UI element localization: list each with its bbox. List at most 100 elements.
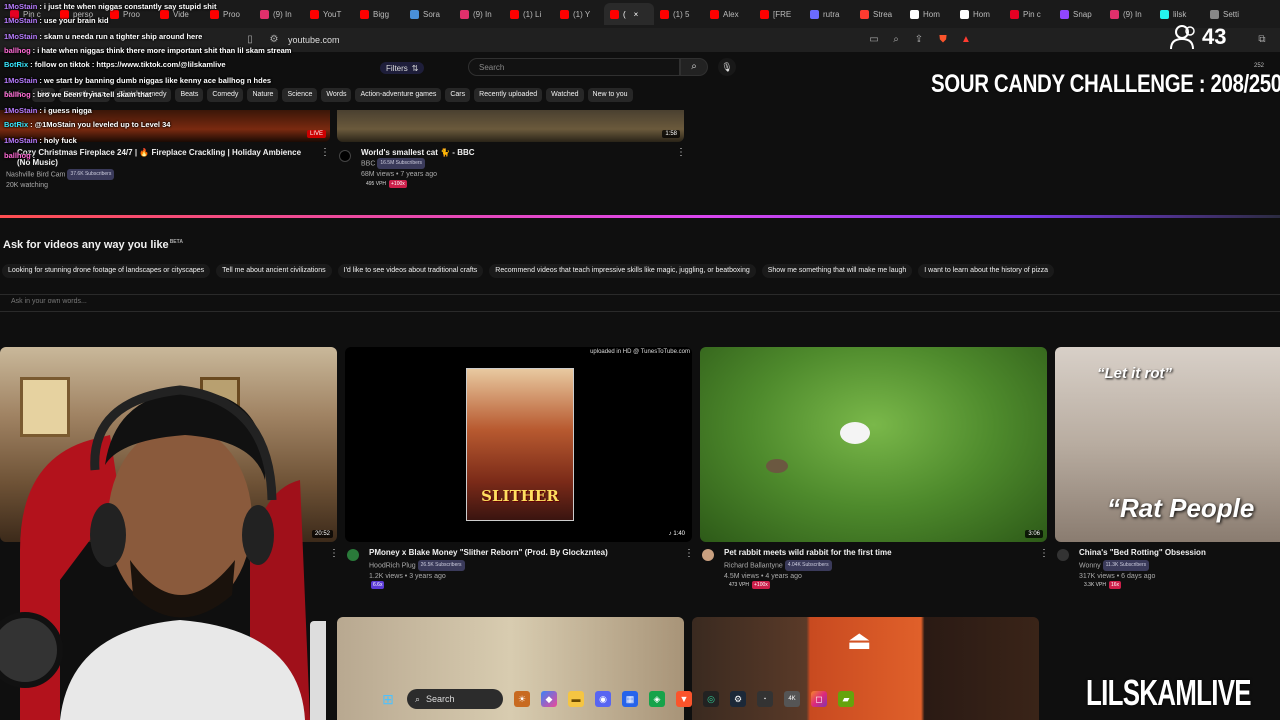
browser-tab[interactable]: lilsk (1154, 3, 1204, 25)
site-settings-icon[interactable]: ⚙ (268, 34, 280, 46)
browser-tab[interactable]: rutra (804, 3, 854, 25)
steam-icon[interactable]: ⚙ (730, 691, 746, 707)
channel-label[interactable]: HoodRich Plug (369, 562, 416, 569)
browser-tab[interactable]: Strea (854, 3, 904, 25)
more-options-icon[interactable]: ⋮ (1039, 548, 1049, 559)
url-text[interactable]: youtube.com (288, 35, 340, 45)
ask-suggestion-chip[interactable]: Show me something that will make me laug… (761, 264, 913, 278)
video-title[interactable]: PMoney x Blake Money "Slither Reborn" (P… (369, 548, 608, 558)
chat-username[interactable]: ballhog (4, 151, 31, 160)
ask-suggestion-chip[interactable]: I'd like to see videos about traditional… (337, 264, 484, 278)
browser-tab[interactable]: Bigg (354, 3, 404, 25)
video-thumbnail-bed-rotting[interactable]: “Let it rot” “Rat People (1055, 347, 1280, 542)
chat-username[interactable]: 1MoStain (4, 136, 37, 145)
video-thumbnail-cat[interactable]: 1:58 (337, 110, 684, 142)
chat-username[interactable]: ballhog (4, 90, 31, 99)
channel-name[interactable]: Richard Ballantyne 4.04K Subscribers (724, 560, 832, 571)
photos-icon[interactable]: ◈ (649, 691, 665, 707)
channel-name[interactable]: HoodRich Plug 26.5K Subscribers (369, 560, 465, 571)
search-button[interactable]: ⌕ (680, 58, 708, 76)
channel-name[interactable]: BBC 16.5M Subscribers (361, 158, 426, 169)
extensions-icon[interactable]: ⧉ (1256, 34, 1268, 46)
browser-tab[interactable]: Sora (404, 3, 454, 25)
chat-username[interactable]: 1MoStain (4, 16, 37, 25)
widgets-icon[interactable]: ☀ (514, 691, 530, 707)
chip-recently-uploaded[interactable]: Recently uploaded (474, 88, 543, 102)
more-options-icon[interactable]: ⋮ (329, 548, 339, 559)
browser-tab[interactable]: Pin c (1004, 3, 1054, 25)
chat-username[interactable]: BotRix (4, 120, 28, 129)
channel-label[interactable]: Nashville Bird Cam (6, 171, 66, 178)
video-thumbnail-rabbit[interactable]: 3:06 (700, 347, 1047, 542)
channel-name[interactable]: Nashville Bird Cam 37.6K Subscribers (6, 169, 115, 180)
browser-tab[interactable]: Setti (1204, 3, 1254, 25)
chip-nature[interactable]: Nature (247, 88, 279, 102)
browser-tab[interactable]: Alex (704, 3, 754, 25)
video-title[interactable]: China's "Bed Rotting" Obsession (1079, 548, 1206, 558)
chip-watched[interactable]: Watched (546, 88, 584, 102)
instagram-icon[interactable]: ◻ (811, 691, 827, 707)
ask-suggestion-chip[interactable]: Tell me about ancient civilizations (216, 264, 332, 278)
discord-icon[interactable]: ◉ (595, 691, 611, 707)
chip-comedy[interactable]: Comedy (207, 88, 244, 102)
copilot-icon[interactable]: ◆ (541, 691, 557, 707)
channel-label[interactable]: Richard Ballantyne (724, 562, 783, 569)
close-tab-icon[interactable]: × (634, 10, 639, 19)
channel-name[interactable]: Wonny 11.3K Subscribers (1079, 560, 1150, 571)
more-options-icon[interactable]: ⋮ (320, 147, 330, 158)
channel-avatar[interactable] (1057, 549, 1069, 561)
chat-username[interactable]: ballhog (4, 46, 31, 55)
app-icon[interactable]: ▪ (757, 691, 773, 707)
browser-tab[interactable]: YouT (304, 3, 354, 25)
channel-avatar[interactable] (339, 150, 351, 162)
brave-shield-icon[interactable]: ⛊ (937, 34, 949, 46)
browser-tab[interactable]: [FRE (754, 3, 804, 25)
browser-tab[interactable]: Hom (954, 3, 1004, 25)
4k-icon[interactable]: 4K (784, 691, 800, 707)
voice-search-button[interactable]: 🎙 (718, 58, 736, 76)
store-icon[interactable]: ▦ (622, 691, 638, 707)
channel-avatar[interactable] (702, 549, 714, 561)
chrome-icon[interactable]: ◎ (703, 691, 719, 707)
search-input[interactable]: Search (468, 58, 680, 76)
video-title[interactable]: Cozy Christmas Fireplace 24/7 | 🔥 Firepl… (17, 148, 307, 168)
browser-tab[interactable]: (× (604, 3, 654, 25)
filters-button[interactable]: Filters ⇅ (380, 62, 425, 74)
video-thumbnail-slither[interactable]: uploaded in HD @ TunesToTube.com SLITHER… (345, 347, 692, 542)
more-options-icon[interactable]: ⋮ (684, 548, 694, 559)
chip-words[interactable]: Words (321, 88, 352, 102)
browser-tab[interactable]: (1) Li (504, 3, 554, 25)
chip-beats[interactable]: Beats (175, 88, 204, 102)
chat-username[interactable]: 1MoStain (4, 106, 37, 115)
browser-tab[interactable]: Hom (904, 3, 954, 25)
ask-suggestion-chip[interactable]: I want to learn about the history of piz… (918, 264, 1055, 278)
browser-tab[interactable]: Snap (1054, 3, 1104, 25)
bookmark-icon[interactable]: ▯ (244, 34, 256, 46)
windows-icon[interactable]: ⊞ (380, 691, 396, 707)
taskbar-search[interactable]: ⌕ Search (407, 689, 503, 709)
brave-icon[interactable]: ▼ (676, 691, 692, 707)
video-title[interactable]: World's smallest cat 🐈 - BBC (361, 148, 475, 158)
browser-tab[interactable]: (9) In (454, 3, 504, 25)
ask-suggestion-chip[interactable]: Looking for stunning drone footage of la… (2, 264, 211, 278)
channel-label[interactable]: Wonny (1079, 562, 1101, 569)
channel-label[interactable]: BBC (361, 160, 375, 167)
screen-icon[interactable]: ▭ (868, 34, 880, 46)
chip-action-adventure-games[interactable]: Action-adventure games (355, 88, 442, 102)
ask-input[interactable]: Ask in your own words... (0, 294, 1280, 312)
browser-tab[interactable]: (9) In (1104, 3, 1154, 25)
app2-icon[interactable]: ▰ (838, 691, 854, 707)
video-title[interactable]: Pet rabbit meets wild rabbit for the fir… (724, 548, 892, 558)
chat-username[interactable]: BotRix (4, 60, 28, 69)
rewards-icon[interactable]: ▲ (960, 34, 972, 46)
share-icon[interactable]: ⇪ (913, 34, 925, 46)
channel-avatar[interactable] (347, 549, 359, 561)
chat-username[interactable]: 1MoStain (4, 76, 37, 85)
file-explorer-icon[interactable]: ▬ (568, 691, 584, 707)
more-options-icon[interactable]: ⋮ (676, 147, 686, 158)
browser-tab[interactable]: (9) In (254, 3, 304, 25)
chat-username[interactable]: 1MoStain (4, 2, 37, 11)
zoom-icon[interactable]: ⌕ (890, 34, 902, 46)
chat-username[interactable]: 1MoStain (4, 32, 37, 41)
chip-science[interactable]: Science (282, 88, 318, 102)
